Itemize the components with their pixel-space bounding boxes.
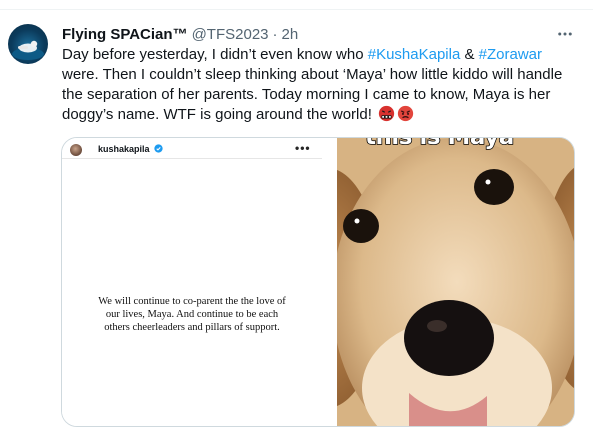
tweet-text-part: were. Then I couldn’t sleep thinking abo… (62, 66, 563, 123)
instagram-avatar (70, 144, 82, 156)
puppy-illustration (337, 138, 574, 426)
image-caption: this is Maya (364, 138, 515, 151)
hashtag-zorawar-link[interactable]: #Zorawar (479, 46, 542, 63)
tweet-timestamp[interactable]: 2h (282, 26, 299, 43)
instagram-more-icon: ••• (295, 141, 311, 155)
instagram-username: kushakapila (98, 144, 150, 154)
tweet-text-part: Day before yesterday, I didn’t even know… (62, 46, 368, 63)
tweet-media[interactable]: kushakapila ••• We will continue to co-p… (61, 137, 575, 427)
author-name[interactable]: Flying SPACian™ (62, 26, 188, 43)
tweet-text: Day before yesterday, I didn’t even know… (62, 45, 582, 125)
verified-badge-icon (154, 144, 163, 153)
angry-face-icon (397, 105, 414, 122)
author-avatar[interactable] (8, 24, 48, 64)
more-options-button[interactable] (553, 22, 577, 46)
tweet-header: Flying SPACian™ @TFS2023 · 2h (62, 24, 298, 44)
top-divider (0, 0, 593, 10)
author-handle[interactable]: @TFS2023 (192, 26, 269, 43)
angry-cursing-face-icon (378, 105, 395, 122)
more-horizontal-icon (558, 32, 572, 36)
instagram-quote-text: We will continue to co-parent the the lo… (98, 296, 286, 333)
instagram-post-screenshot[interactable]: kushakapila ••• We will continue to co-p… (62, 138, 337, 426)
hashtag-kushakapila-link[interactable]: #KushaKapila (368, 46, 461, 63)
puppy-image[interactable]: this is Maya (337, 138, 574, 426)
tweet-text-part: & (460, 46, 479, 63)
header-separator: · (272, 25, 278, 43)
instagram-divider (62, 158, 322, 159)
